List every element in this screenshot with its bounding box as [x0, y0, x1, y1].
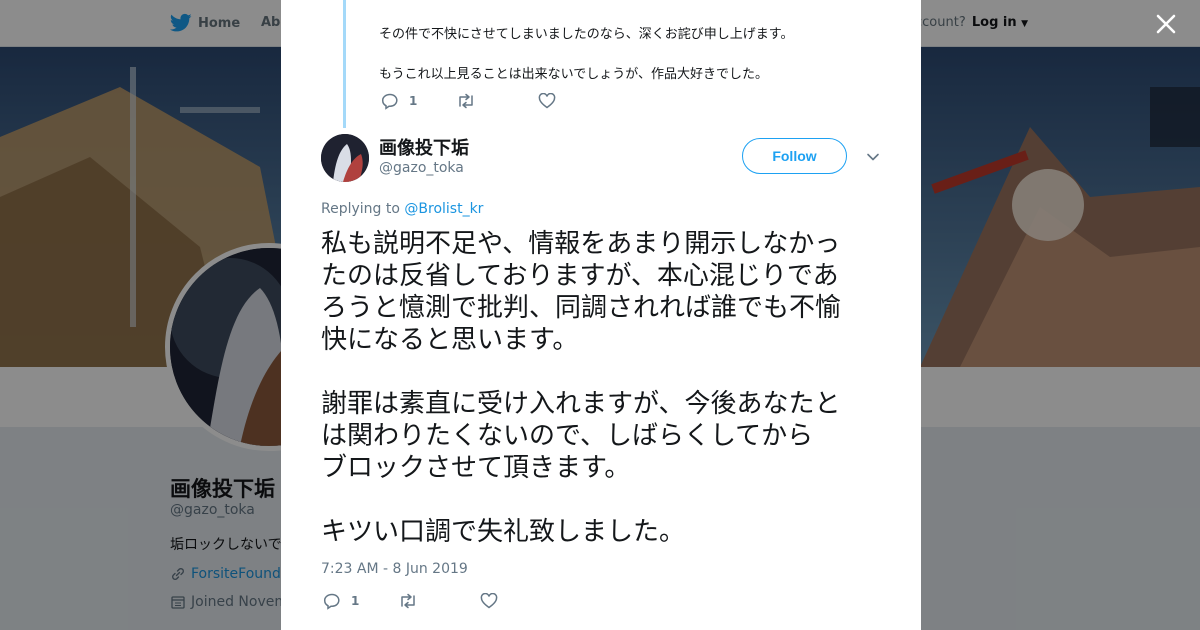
- retweet-button[interactable]: [398, 593, 418, 609]
- thread-line: [343, 0, 346, 128]
- reply-icon: [323, 593, 340, 610]
- like-button[interactable]: [538, 93, 556, 109]
- reply-count: 1: [409, 94, 418, 108]
- tweet-text-line: 快になると思います。: [321, 325, 579, 355]
- heart-icon: [481, 593, 498, 609]
- chevron-down-icon[interactable]: [865, 150, 881, 164]
- reply-button[interactable]: 1: [381, 92, 417, 110]
- close-icon[interactable]: [1152, 10, 1180, 38]
- author-avatar[interactable]: [321, 134, 369, 182]
- like-button[interactable]: [480, 593, 498, 609]
- tweet-text-line: 私も説明不足や、情報をあまり開示しなかっ: [321, 229, 841, 259]
- retweet-icon: [401, 593, 416, 609]
- heart-icon: [539, 93, 556, 109]
- tweet-text-blank-line: [321, 484, 891, 516]
- reply-button[interactable]: 1: [323, 592, 359, 610]
- previous-tweet-line: もうこれ以上見ることは出来ないでしょうが、作品大好きでした。: [379, 67, 768, 82]
- tweet-text-line: ブロックさせて頂きます。: [321, 453, 631, 483]
- replying-to: Replying to @Brolist_kr: [321, 201, 483, 217]
- replying-prefix: Replying to: [321, 201, 400, 217]
- tweet-text: 私も説明不足や、情報をあまり開示しなかっ たのは反省しておりますが、本心混じりで…: [321, 228, 891, 548]
- tweet-text-line: は関わりたくないので、しばらくしてから: [321, 421, 814, 451]
- replying-mention-link[interactable]: @Brolist_kr: [404, 201, 483, 217]
- author-handle[interactable]: @gazo_toka: [379, 160, 464, 176]
- author-name[interactable]: 画像投下垢: [379, 134, 469, 160]
- tweet-text-blank-line: [321, 356, 891, 388]
- tweet-text-line: たのは反省しておりますが、本心混じりであ: [321, 261, 839, 291]
- tweet-modal: その件で不快にさせてしまいましたのなら、深くお詫び申し上げます。 もうこれ以上見…: [281, 0, 921, 630]
- follow-button[interactable]: Follow: [742, 138, 847, 174]
- tweet-text-line: キツい口調で失礼致しました。: [321, 517, 686, 547]
- previous-tweet-line: その件で不快にさせてしまいましたのなら、深くお詫び申し上げます。: [379, 27, 794, 42]
- reply-icon: [381, 93, 398, 110]
- tweet-actions: 1: [323, 592, 498, 610]
- reply-count: 1: [351, 594, 360, 608]
- retweet-icon: [459, 93, 474, 109]
- previous-tweet-actions: 1: [381, 92, 556, 110]
- tweet-timestamp[interactable]: 7:23 AM - 8 Jun 2019: [321, 561, 468, 577]
- retweet-button[interactable]: [456, 93, 476, 109]
- tweet-text-line: 謝罪は素直に受け入れますが、今後あなたと: [321, 389, 841, 419]
- tweet-text-line: ろうと憶測で批判、同調されれば誰でも不愉: [321, 293, 842, 323]
